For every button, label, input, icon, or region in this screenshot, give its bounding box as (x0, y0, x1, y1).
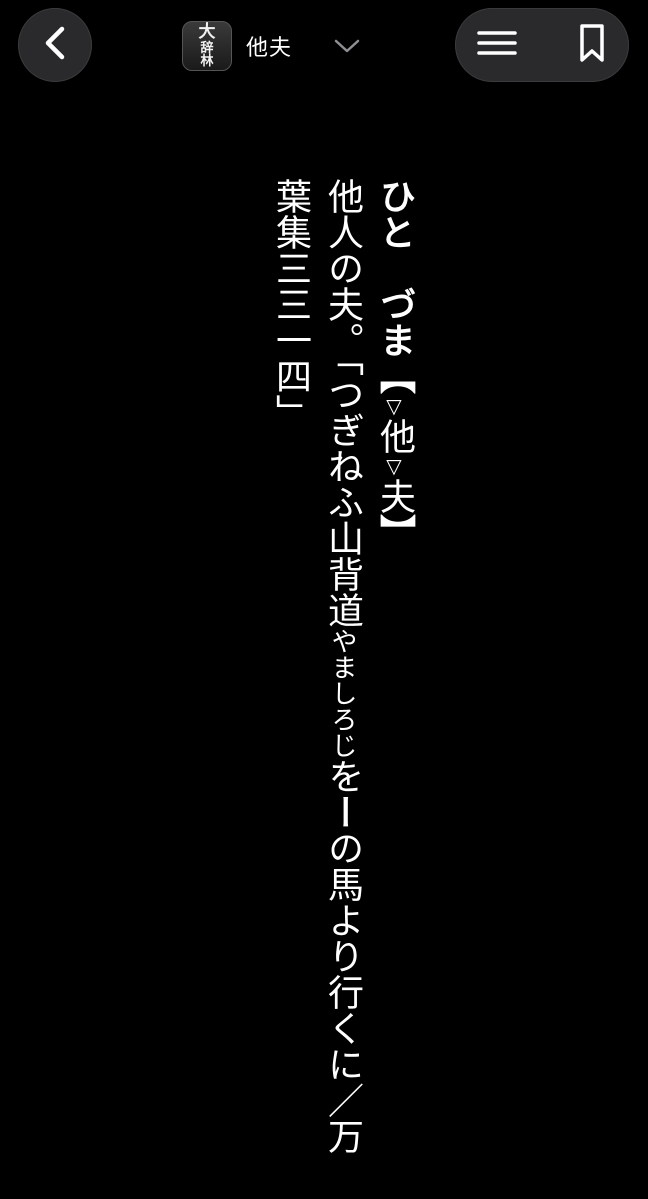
chevron-left-icon (42, 25, 68, 65)
quote-ruby: やましろじ (327, 628, 357, 758)
dictionary-app-icon: 大 辞 林 (182, 21, 232, 71)
dictionary-selector[interactable]: 大 辞 林 他夫 (182, 20, 360, 72)
definition-text: 他人の夫。 (322, 178, 363, 358)
kanji-1: 他 (374, 418, 415, 454)
quote-part-2: を (322, 758, 363, 794)
back-button[interactable] (18, 8, 92, 82)
citation-line: 葉集三三一四」 (264, 178, 316, 1178)
mark-2: ▽ (382, 454, 406, 478)
dictionary-entry: ひと づま【▽他▽夫】 他人の夫。「つぎねふ山背道やましろじをーの馬より行くに／… (230, 178, 420, 1178)
definition-line: 他人の夫。「つぎねふ山背道やましろじをーの馬より行くに／万 (316, 178, 368, 1178)
bracket-close: 】 (374, 514, 415, 550)
toolbar-pill (455, 8, 629, 82)
quote-part-4: 葉集三三一四」 (270, 178, 311, 430)
quote-dash: ー (322, 794, 363, 830)
bracket-open: 【 (374, 358, 415, 394)
bookmark-icon (578, 23, 606, 67)
quote-part-1: 「つぎねふ山背道 (322, 358, 363, 628)
headword-reading: ひと づま (374, 178, 415, 358)
menu-button[interactable] (475, 23, 519, 67)
chevron-down-icon[interactable] (334, 38, 360, 54)
kanji-2: 夫 (374, 478, 415, 514)
hamburger-menu-icon (477, 30, 517, 60)
bookmark-button[interactable] (570, 23, 614, 67)
mark-1: ▽ (382, 394, 406, 418)
quote-part-3: の馬より行くに／万 (322, 830, 363, 1154)
page-title: 他夫 (246, 36, 293, 61)
headword-line: ひと づま【▽他▽夫】 (368, 178, 420, 1178)
